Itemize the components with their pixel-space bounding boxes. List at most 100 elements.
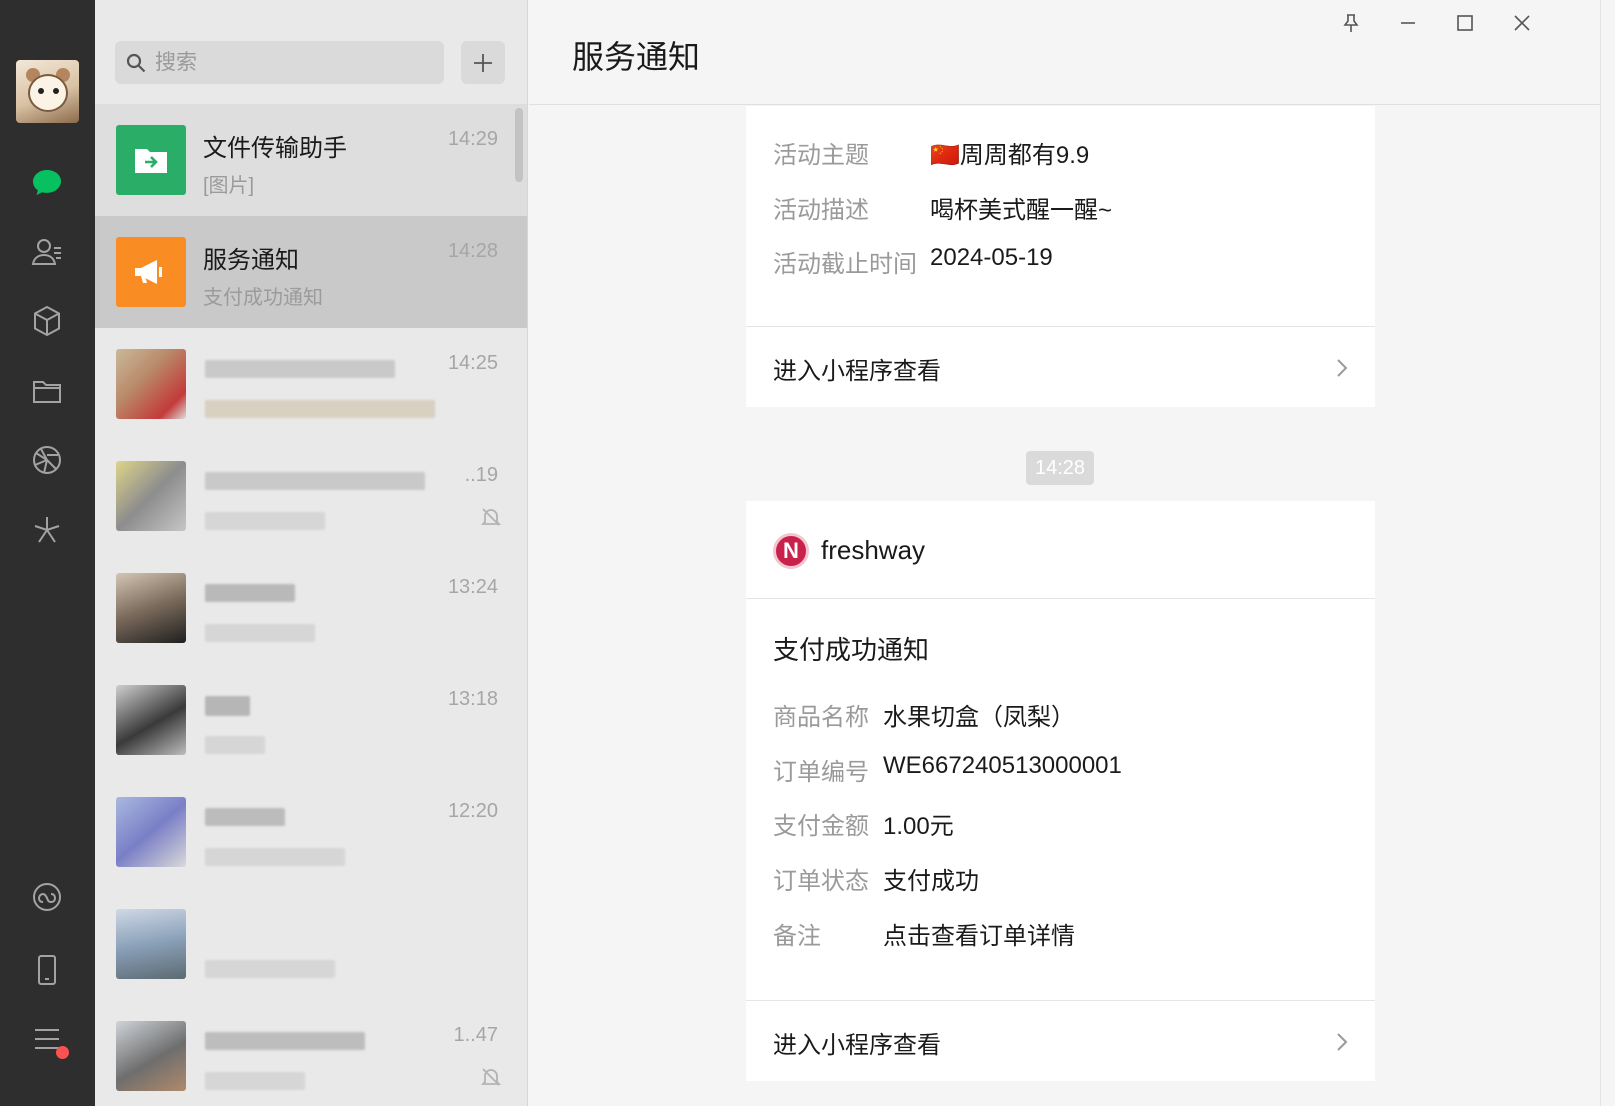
service-notify-avatar xyxy=(116,237,186,307)
field-key: 订单编号 xyxy=(773,759,869,786)
redacted-name xyxy=(205,696,250,716)
phone-icon[interactable] xyxy=(28,951,66,989)
avatar-eye xyxy=(38,88,44,94)
chat-item-redacted[interactable]: 14:25 xyxy=(95,328,527,440)
redacted-avatar xyxy=(116,349,186,419)
open-mini-program-link[interactable]: 进入小程序查看 xyxy=(746,1000,1375,1081)
field-value: 2024-05-19 xyxy=(930,244,1053,271)
card-divider xyxy=(746,598,1375,599)
chat-icon[interactable] xyxy=(28,163,66,201)
add-button[interactable] xyxy=(461,41,505,84)
field-payment-amount: 支付金额 1.00元 xyxy=(773,806,954,841)
megaphone-icon xyxy=(135,260,162,284)
conversation-header: 服务通知 xyxy=(529,0,1600,105)
plus-icon xyxy=(474,53,492,72)
chat-time: 13:18 xyxy=(447,688,498,710)
moments-icon[interactable] xyxy=(28,441,66,479)
link-label: 进入小程序查看 xyxy=(773,1032,941,1059)
avatar-face xyxy=(28,74,68,112)
notice-title: 支付成功通知 xyxy=(773,635,930,665)
redacted-avatar xyxy=(116,797,186,867)
minimize-icon xyxy=(1401,22,1415,24)
chat-item-file-transfer[interactable]: 文件传输助手 [图片] 14:29 xyxy=(95,104,527,216)
redacted-preview xyxy=(205,512,325,530)
chevron-right-icon xyxy=(1337,359,1348,377)
chat-time: 14:29 xyxy=(447,128,498,150)
chat-item-redacted[interactable]: 12:20 xyxy=(95,776,527,888)
chat-preview: [图片] xyxy=(203,175,255,197)
field-key: 订单状态 xyxy=(773,868,869,895)
chat-item-redacted[interactable]: 1..47 xyxy=(95,1000,527,1106)
redacted-avatar xyxy=(116,909,186,979)
field-key: 活动主题 xyxy=(773,142,869,169)
chat-name: 文件传输助手 xyxy=(203,135,347,162)
field-key: 商品名称 xyxy=(773,704,869,731)
field-order-number: 订单编号 WE667240513000001 xyxy=(773,752,1122,787)
maximize-icon xyxy=(1457,15,1473,31)
chat-list-panel: 文件传输助手 [图片] 14:29 服务通知 支付成功通知 14:28 14:2… xyxy=(95,0,528,1106)
chat-item-redacted[interactable]: 13:24 xyxy=(95,552,527,664)
close-button[interactable] xyxy=(1505,6,1539,40)
menu-badge-dot xyxy=(56,1046,69,1059)
field-value: WE667240513000001 xyxy=(883,752,1122,779)
chat-item-redacted[interactable]: ..19 xyxy=(95,440,527,552)
redacted-name xyxy=(205,360,395,378)
search-input[interactable] xyxy=(155,50,435,75)
redacted-avatar xyxy=(116,461,186,531)
window-edge xyxy=(1600,0,1615,1106)
redacted-name xyxy=(205,1032,365,1050)
redacted-preview xyxy=(205,1072,305,1090)
brand-name: freshway xyxy=(821,535,926,565)
link-label: 进入小程序查看 xyxy=(773,358,941,385)
field-activity-theme: 活动主题 🇨🇳周周都有9.9 xyxy=(773,135,1089,170)
pin-button[interactable] xyxy=(1334,6,1368,40)
maximize-button[interactable] xyxy=(1448,6,1482,40)
chat-time: 12:20 xyxy=(447,800,498,822)
field-activity-desc: 活动描述 喝杯美式醒一醒~ xyxy=(773,190,1112,225)
field-activity-deadline: 活动截止时间 2024-05-19 xyxy=(773,244,1053,279)
files-icon[interactable] xyxy=(28,372,66,410)
chat-item-redacted[interactable]: 13:18 xyxy=(95,664,527,776)
nav-rail xyxy=(0,0,95,1106)
field-product-name: 商品名称 水果切盒（凤梨） xyxy=(773,697,1075,732)
redacted-avatar xyxy=(116,685,186,755)
open-mini-program-link[interactable]: 进入小程序查看 xyxy=(746,326,1375,407)
search-box[interactable] xyxy=(115,41,444,84)
mute-bell-icon xyxy=(480,508,502,526)
favorites-icon[interactable] xyxy=(28,302,66,340)
chat-list-scrollbar[interactable] xyxy=(515,108,523,182)
field-remark: 备注 点击查看订单详情 xyxy=(773,916,1075,951)
close-icon xyxy=(1514,15,1530,31)
mute-bell-icon xyxy=(480,1068,502,1086)
redacted-preview xyxy=(205,960,335,978)
chat-item-redacted[interactable] xyxy=(95,888,527,1000)
chevron-right-icon xyxy=(1337,1033,1348,1051)
chat-time: ..19 xyxy=(464,464,498,486)
avatar-eye xyxy=(53,88,59,94)
file-transfer-icon xyxy=(135,149,167,173)
chat-time: 14:28 xyxy=(447,240,498,262)
avatar[interactable] xyxy=(16,60,79,123)
redacted-preview xyxy=(205,400,435,418)
chat-name: 服务通知 xyxy=(203,247,299,274)
chat-time: 1..47 xyxy=(453,1024,498,1046)
channels-icon[interactable] xyxy=(28,878,66,916)
chat-time: 14:25 xyxy=(447,352,498,374)
file-transfer-avatar xyxy=(116,125,186,195)
chat-preview: 支付成功通知 xyxy=(203,287,323,309)
minimize-button[interactable] xyxy=(1391,6,1425,40)
redacted-name xyxy=(205,808,285,826)
conversation-panel: 服务通知 活动主题 🇨🇳周周都有9.9 活动描述 喝杯美式醒一醒~ 活动截止时间… xyxy=(529,0,1600,1106)
redacted-avatar xyxy=(116,573,186,643)
pin-icon xyxy=(1343,14,1359,32)
payment-notice-card: N freshway 支付成功通知 商品名称 水果切盒（凤梨） 订单编号 WE6… xyxy=(746,501,1375,1081)
chat-time: 13:24 xyxy=(447,576,498,598)
chat-item-service-notify[interactable]: 服务通知 支付成功通知 14:28 xyxy=(95,216,527,328)
mini-programs-icon[interactable] xyxy=(28,511,66,549)
redacted-preview xyxy=(205,848,345,866)
redacted-preview xyxy=(205,624,315,642)
field-value: 水果切盒（凤梨） xyxy=(883,704,1075,731)
contacts-icon[interactable] xyxy=(28,233,66,271)
page-title: 服务通知 xyxy=(572,39,701,75)
message-timestamp: 14:28 xyxy=(1026,451,1094,485)
